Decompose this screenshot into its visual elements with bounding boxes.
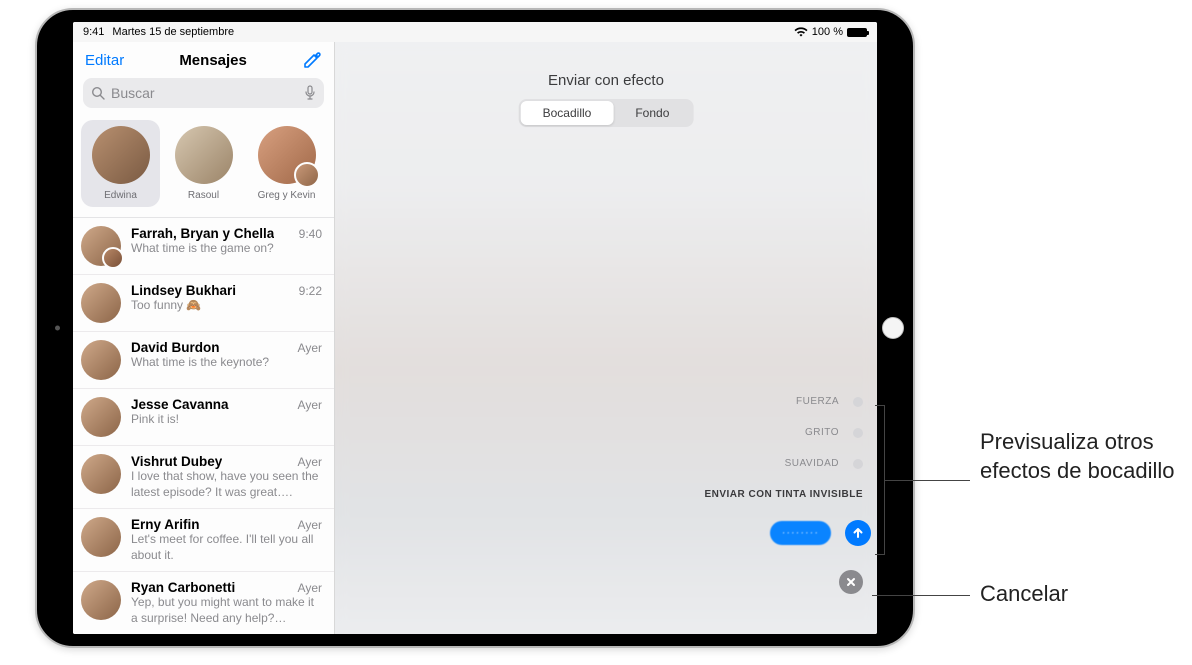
effect-label: ENVIAR CON TINTA INVISIBLE bbox=[704, 489, 863, 500]
avatar bbox=[81, 580, 121, 620]
effect-option-invisible-ink[interactable]: ENVIAR CON TINTA INVISIBLE bbox=[704, 489, 863, 500]
conversation-preview: What time is the game on? bbox=[131, 241, 322, 257]
conversation-time: 9:22 bbox=[299, 284, 322, 298]
pinned-name: Edwina bbox=[104, 190, 137, 201]
conversation-row[interactable]: Ryan Carbonetti Ayer Yep, but you might … bbox=[73, 572, 334, 634]
effect-title: Enviar con efecto bbox=[519, 72, 694, 89]
conversation-time: Ayer bbox=[298, 455, 322, 469]
callout-preview-effects: Previsualiza otros efectos de bocadillo bbox=[980, 428, 1180, 485]
conversation-time: Ayer bbox=[298, 398, 322, 412]
status-time: 9:41 bbox=[83, 26, 104, 38]
conversation-row[interactable]: Lindsey Bukhari 9:22 Too funny 🙈 bbox=[73, 275, 334, 332]
conversation-name: Farrah, Bryan y Chella bbox=[131, 226, 274, 241]
effect-dot-icon bbox=[853, 459, 863, 469]
avatar bbox=[175, 126, 233, 184]
avatar bbox=[92, 126, 150, 184]
avatar bbox=[81, 226, 121, 266]
pinned-row: Edwina Rasoul Greg y Kevin bbox=[73, 116, 334, 218]
effect-panel: Enviar con efecto Bocadillo Fondo FUERZA… bbox=[335, 42, 877, 634]
battery-icon bbox=[847, 28, 867, 37]
sidebar: Editar Mensajes Buscar bbox=[73, 42, 335, 634]
conversation-row[interactable]: Jesse Cavanna Ayer Pink it is! bbox=[73, 389, 334, 446]
conversation-preview: Too funny 🙈 bbox=[131, 298, 322, 314]
conversation-preview: What time is the keynote? bbox=[131, 355, 322, 371]
conversation-name: David Burdon bbox=[131, 340, 220, 355]
effect-dot-icon bbox=[853, 428, 863, 438]
effect-label: SUAVIDAD bbox=[785, 458, 839, 469]
conversation-list[interactable]: Farrah, Bryan y Chella 9:40 What time is… bbox=[73, 218, 334, 634]
pinned-name: Greg y Kevin bbox=[258, 190, 316, 201]
conversation-time: Ayer bbox=[298, 581, 322, 595]
effect-option-grito[interactable]: GRITO bbox=[805, 427, 863, 438]
group-badge-icon bbox=[294, 162, 320, 188]
tab-fondo[interactable]: Fondo bbox=[613, 101, 691, 125]
conversation-row[interactable]: David Burdon Ayer What time is the keyno… bbox=[73, 332, 334, 389]
screen: 9:41 Martes 15 de septiembre 100 % Edita… bbox=[73, 22, 877, 634]
search-placeholder: Buscar bbox=[111, 85, 155, 101]
conversation-name: Lindsey Bukhari bbox=[131, 283, 236, 298]
conversation-time: 9:40 bbox=[299, 227, 322, 241]
tab-bocadillo[interactable]: Bocadillo bbox=[521, 101, 614, 125]
effect-segmented-control[interactable]: Bocadillo Fondo bbox=[519, 99, 694, 127]
status-date: Martes 15 de septiembre bbox=[112, 26, 234, 38]
conversation-name: Ryan Carbonetti bbox=[131, 580, 235, 595]
conversation-row[interactable]: Erny Arifin Ayer Let's meet for coffee. … bbox=[73, 509, 334, 572]
effect-option-suavidad[interactable]: SUAVIDAD bbox=[785, 458, 863, 469]
avatar bbox=[81, 283, 121, 323]
effect-option-fuerza[interactable]: FUERZA bbox=[796, 396, 863, 407]
dictate-icon[interactable] bbox=[304, 85, 316, 101]
conversation-name: Erny Arifin bbox=[131, 517, 200, 532]
conversation-preview: I love that show, have you seen the late… bbox=[131, 469, 322, 500]
battery-percent: 100 % bbox=[812, 26, 843, 38]
ipad-device-frame: 9:41 Martes 15 de septiembre 100 % Edita… bbox=[35, 8, 915, 648]
callout-line bbox=[872, 595, 970, 596]
message-bubble-preview: ········ bbox=[770, 521, 831, 545]
effect-label: GRITO bbox=[805, 427, 839, 438]
edit-button[interactable]: Editar bbox=[85, 52, 124, 69]
callout-bracket bbox=[875, 405, 885, 555]
conversation-preview: Pink it is! bbox=[131, 412, 322, 428]
sidebar-title: Mensajes bbox=[179, 52, 247, 69]
avatar bbox=[81, 340, 121, 380]
search-input[interactable]: Buscar bbox=[83, 78, 324, 108]
conversation-name: Jesse Cavanna bbox=[131, 397, 229, 412]
conversation-time: Ayer bbox=[298, 518, 322, 532]
conversation-time: Ayer bbox=[298, 341, 322, 355]
pinned-contact[interactable]: Edwina bbox=[81, 120, 160, 207]
conversation-preview: Yep, but you might want to make it a sur… bbox=[131, 595, 322, 626]
conversation-name: Vishrut Dubey bbox=[131, 454, 222, 469]
avatar bbox=[81, 454, 121, 494]
effect-label: FUERZA bbox=[796, 396, 839, 407]
pinned-name: Rasoul bbox=[188, 190, 219, 201]
avatar bbox=[81, 517, 121, 557]
avatar bbox=[81, 397, 121, 437]
cancel-button[interactable] bbox=[839, 570, 863, 594]
camera-dot bbox=[55, 326, 60, 331]
status-bar: 9:41 Martes 15 de septiembre 100 % bbox=[73, 22, 877, 42]
pinned-contact[interactable]: Rasoul bbox=[164, 120, 243, 207]
compose-icon[interactable] bbox=[302, 50, 322, 70]
effect-dot-icon bbox=[853, 397, 863, 407]
callout-line bbox=[885, 480, 970, 481]
callout-cancel: Cancelar bbox=[980, 580, 1068, 609]
home-button[interactable] bbox=[882, 317, 904, 339]
wifi-icon bbox=[794, 27, 808, 37]
conversation-preview: Let's meet for coffee. I'll tell you all… bbox=[131, 532, 322, 563]
avatar bbox=[258, 126, 316, 184]
search-icon bbox=[91, 86, 105, 100]
conversation-row[interactable]: Vishrut Dubey Ayer I love that show, hav… bbox=[73, 446, 334, 509]
send-button[interactable] bbox=[845, 520, 871, 546]
conversation-row[interactable]: Farrah, Bryan y Chella 9:40 What time is… bbox=[73, 218, 334, 275]
pinned-contact[interactable]: Greg y Kevin bbox=[247, 120, 326, 207]
